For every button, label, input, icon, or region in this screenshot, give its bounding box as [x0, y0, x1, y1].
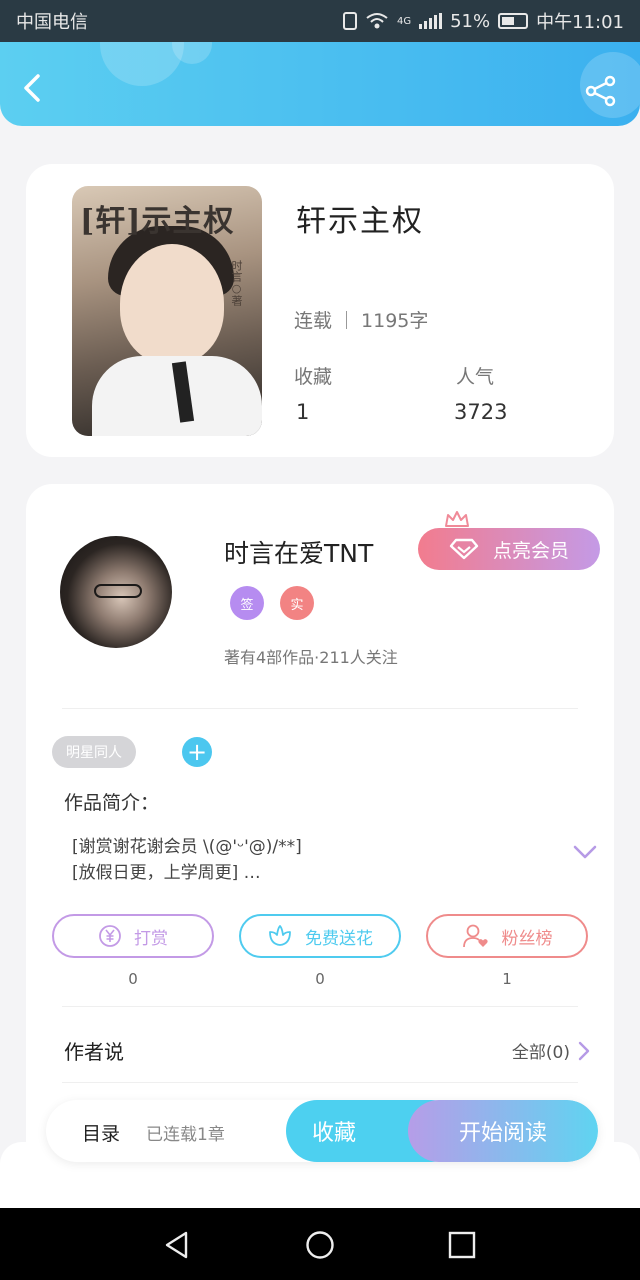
- intro-body: [谢赏谢花谢会员 \(@'ᵕ'@)/**] [放假日更，上学周更] …: [72, 837, 302, 883]
- nav-back-icon[interactable]: [162, 1230, 192, 1260]
- tip-button-label: 打赏: [134, 928, 168, 949]
- stat-value-popularity: 3723: [454, 400, 508, 424]
- cover-face: [120, 244, 224, 364]
- start-reading-button[interactable]: 开始阅读: [408, 1100, 598, 1162]
- flower-icon: [269, 925, 291, 946]
- meta-separator: [346, 310, 348, 329]
- tag-chip[interactable]: 明星同人: [52, 736, 136, 768]
- vip-button-label: 点亮会员: [492, 539, 569, 562]
- author-avatar[interactable]: [60, 536, 172, 648]
- stat-label-collect: 收藏: [294, 366, 333, 388]
- tip-count: 0: [128, 970, 138, 988]
- clock: 中午11:01: [536, 12, 624, 33]
- collect-button-label: 收藏: [312, 1121, 357, 1146]
- back-icon[interactable]: [18, 72, 50, 104]
- yen-icon: [99, 925, 121, 947]
- author-said-all-link[interactable]: 全部(0): [512, 1038, 590, 1063]
- add-tag-button[interactable]: +: [182, 737, 212, 767]
- chevron-right-icon: [578, 1041, 590, 1060]
- system-nav-bar: [0, 1208, 640, 1280]
- send-flower-button[interactable]: 免费送花: [239, 914, 401, 958]
- share-icon[interactable]: [584, 74, 618, 108]
- battery-percent: 51%: [450, 10, 491, 32]
- author-said-title: 作者说: [64, 1040, 124, 1064]
- author-card: 时言在爱TNT 点亮会员 签 实 著有4部作品·211人关注 明星同人 + 作品…: [26, 484, 614, 1184]
- bottom-action-bar: 目录 已连载1章 收藏 开始阅读: [46, 1100, 598, 1162]
- chevron-down-icon[interactable]: [572, 844, 598, 860]
- divider: [62, 708, 578, 709]
- nav-home-icon[interactable]: [305, 1230, 335, 1260]
- verified-badge: 实: [280, 586, 314, 620]
- fan-count: 1: [502, 970, 512, 988]
- decorative-bubble: [100, 42, 184, 86]
- intro-title: 作品简介：: [64, 792, 160, 814]
- flower-count: 0: [315, 970, 325, 988]
- header: [0, 42, 640, 126]
- book-status: 连载: [294, 310, 333, 332]
- diamond-icon: [449, 538, 479, 560]
- fan-ranking-label: 粉丝榜: [501, 928, 553, 949]
- battery-icon: [498, 13, 529, 29]
- carrier-label: 中国电信: [16, 12, 88, 33]
- chapter-info: 已连载1章: [146, 1125, 225, 1145]
- divider: [62, 1082, 578, 1083]
- signed-badge: 签: [230, 586, 264, 620]
- nav-recents-icon[interactable]: [447, 1230, 477, 1260]
- fan-ranking-button[interactable]: 粉丝榜: [426, 914, 588, 958]
- stat-value-collect: 1: [296, 400, 310, 424]
- signal-icon: [419, 13, 443, 29]
- send-flower-label: 免费送花: [305, 928, 373, 949]
- author-info: 著有4部作品·211人关注: [224, 648, 398, 667]
- start-reading-label: 开始阅读: [458, 1121, 547, 1146]
- crown-icon: [445, 511, 469, 527]
- stat-label-popularity: 人气: [456, 366, 495, 388]
- book-title: 轩示主权: [296, 204, 424, 239]
- tip-button[interactable]: 打赏: [52, 914, 214, 958]
- wifi-icon: [366, 13, 388, 29]
- author-name[interactable]: 时言在爱TNT: [224, 534, 373, 570]
- cover-title: [轩]示主权: [80, 204, 235, 239]
- fan-ranking-icon: [462, 924, 488, 948]
- avatar-glasses: [94, 584, 142, 598]
- network-type: 4G: [396, 15, 412, 27]
- book-meta: 连载 1195字: [294, 306, 428, 333]
- vip-button[interactable]: 点亮会员: [418, 528, 600, 570]
- status-bar: 中国电信 4G 51% 中午11:01: [0, 0, 640, 42]
- divider: [62, 1006, 578, 1007]
- book-info-card: [轩]示主权 时言○著 轩示主权 连载 1195字 收藏 1 人气 3723: [26, 164, 614, 457]
- cover-author: 时言○著: [230, 260, 243, 306]
- word-count: 1195字: [361, 310, 429, 332]
- book-cover[interactable]: [轩]示主权 时言○著: [72, 186, 262, 436]
- toc-button[interactable]: 目录: [82, 1119, 120, 1146]
- vibrate-icon: [342, 12, 357, 30]
- author-said-all-label: 全部(0): [511, 1043, 570, 1063]
